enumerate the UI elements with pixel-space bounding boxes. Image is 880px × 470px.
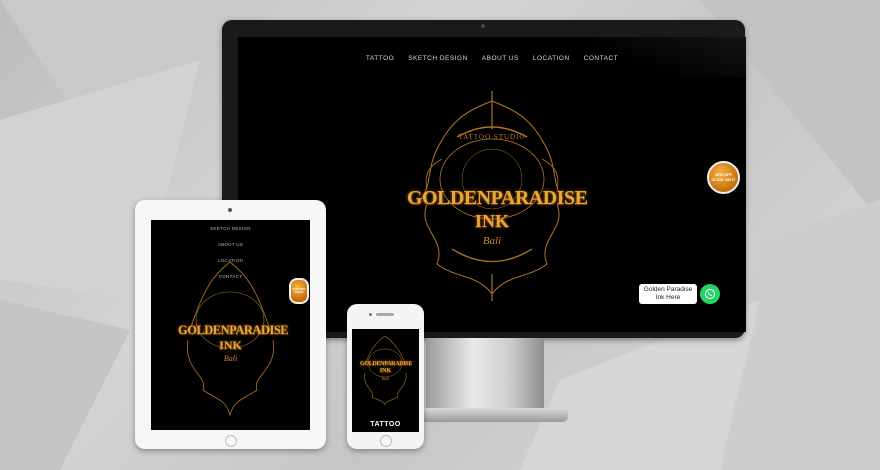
tablet-camera bbox=[228, 208, 232, 212]
tablet-menu-about-us[interactable]: ABOUT US bbox=[151, 242, 310, 247]
tablet-menu-sketch-design[interactable]: SKETCH DESIGN bbox=[151, 226, 310, 231]
phone-camera bbox=[369, 313, 372, 316]
nav-location[interactable]: LOCATION bbox=[533, 55, 570, 62]
phone-speaker bbox=[376, 313, 394, 316]
phone-screen: GOLDENPARADISE INK Bali TATTOO bbox=[352, 329, 419, 432]
nav-sketch-design[interactable]: SKETCH DESIGN bbox=[408, 55, 468, 62]
tablet-promo-badge[interactable]: 10% OFF CLICK bbox=[289, 278, 309, 304]
tablet-logo-title-line2: INK bbox=[219, 338, 242, 352]
whatsapp-icon bbox=[705, 289, 715, 299]
desktop-logo: TATTOO STUDIO GOLDENPARADISE INK Bali bbox=[407, 89, 588, 304]
phone-section-title: TATTOO bbox=[370, 421, 401, 428]
logo-tagline: TATTOO STUDIO bbox=[458, 133, 526, 141]
tablet-home-button[interactable] bbox=[225, 435, 237, 447]
logo-subtitle: Bali bbox=[482, 235, 502, 247]
phone-logo-title-line1: GOLDENPARADISE bbox=[360, 361, 413, 367]
tablet-device: SKETCH DESIGN ABOUT US LOCATION CONTACT … bbox=[135, 200, 326, 449]
nav-contact[interactable]: CONTACT bbox=[584, 55, 618, 62]
tablet-screen: SKETCH DESIGN ABOUT US LOCATION CONTACT … bbox=[151, 220, 310, 430]
monitor-stand bbox=[426, 338, 544, 414]
chat-bubble[interactable]: Golden Paradise Ink Here bbox=[639, 284, 697, 304]
phone-device: GOLDENPARADISE INK Bali TATTOO bbox=[347, 304, 424, 449]
nav-tattoo[interactable]: TATTOO bbox=[366, 55, 394, 62]
phone-home-button[interactable] bbox=[380, 435, 392, 447]
whatsapp-button[interactable] bbox=[700, 284, 720, 304]
tablet-logo-title-line1: GOLDENPARADISE bbox=[178, 323, 289, 337]
phone-logo: GOLDENPARADISE INK Bali bbox=[360, 335, 413, 405]
promo-badge[interactable]: 10% OFF CLICK ON IT bbox=[707, 161, 740, 194]
phone-logo-subtitle: Bali bbox=[381, 376, 390, 381]
monitor-stand-base bbox=[418, 408, 568, 422]
tablet-logo: GOLDENPARADISE INK Bali bbox=[178, 260, 289, 420]
logo-title-line1: GOLDENPARADISE bbox=[407, 187, 588, 209]
monitor-camera bbox=[481, 24, 485, 28]
logo-title-line2: INK bbox=[474, 211, 509, 231]
phone-logo-title-line2: INK bbox=[379, 368, 392, 374]
nav-about-us[interactable]: ABOUT US bbox=[482, 55, 519, 62]
tablet-logo-subtitle: Bali bbox=[223, 354, 238, 363]
desktop-nav: TATTOO SKETCH DESIGN ABOUT US LOCATION C… bbox=[238, 55, 746, 62]
